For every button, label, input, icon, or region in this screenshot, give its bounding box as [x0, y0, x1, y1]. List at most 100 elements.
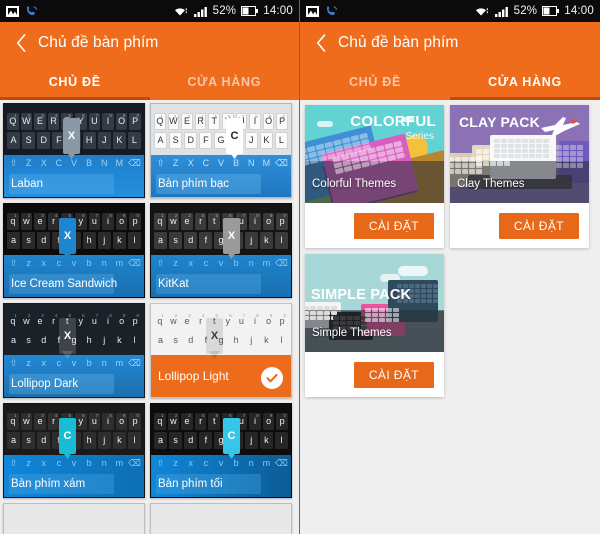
- keyboard-key: n: [101, 458, 107, 468]
- keyboard-row-1: 1q2w3e4r5t6y7u8i9o0p: [154, 212, 288, 230]
- theme-card[interactable]: 1q2w3e4r5t6y7u8i9o0pasdfghjkl⇧zxcvbnm⌫Bà…: [3, 403, 145, 498]
- keyboard-key: s: [173, 335, 178, 345]
- keyboard-key: m: [115, 258, 124, 268]
- tab-themes[interactable]: CHỦ ĐỀ: [300, 64, 450, 100]
- key-popup-preview: C: [59, 418, 76, 454]
- tab-themes[interactable]: CHỦ ĐỀ: [0, 64, 150, 100]
- keyboard-key: 3e: [37, 312, 44, 327]
- keyboard-bottom: ⇧ z x c v b n m ⌫ Bàn phím tối: [151, 455, 291, 497]
- theme-card[interactable]: 1q2w3e4r5t6y7u8i9o0pasdfghjkl⇧zxcvbnm⌫Ic…: [3, 203, 145, 298]
- theme-card[interactable]: 1Q2W3E4R5T6Y7U8I9O0PASDFGHJKL⇧ZXCVBNM⌫La…: [3, 103, 145, 198]
- keyboard-key: 0p: [129, 412, 141, 430]
- store-pack-card[interactable]: CLAY PACK Clay Themes CÀI ĐẶT: [450, 105, 589, 248]
- theme-name-row: Ice Cream Sandwich: [4, 271, 144, 297]
- key-popup-preview: X: [59, 218, 76, 254]
- keyboard-key: 7u: [91, 312, 99, 327]
- keyboard-key: s: [26, 335, 31, 345]
- page-title: Chủ đề bàn phím: [38, 34, 159, 51]
- store-pack-card[interactable]: COLORFUL Series Colorful Themes CÀI ĐẶT: [305, 105, 444, 248]
- keyboard-key: M: [115, 158, 124, 168]
- store-pack-card[interactable]: SIMPLE PACK Simple Themes CÀI ĐẶT: [305, 254, 444, 397]
- keyboard-key: 0P: [276, 112, 288, 130]
- keyboard-key: 7u: [238, 312, 246, 327]
- pack-banner-subtitle: Series: [405, 131, 434, 142]
- keyboard-key: h: [233, 335, 239, 345]
- keyboard-key: M: [262, 158, 271, 168]
- back-chevron-icon[interactable]: [8, 30, 34, 56]
- keyboard-row-3: ⇧ z x c v b n m ⌫: [151, 455, 291, 471]
- status-bar-right: 52% 14:00: [300, 0, 600, 22]
- keyboard-key: B: [86, 158, 93, 168]
- keyboard-key: l: [280, 335, 283, 345]
- signal-bars-icon: [494, 6, 508, 17]
- keyboard-key: H: [82, 131, 96, 149]
- keyboard-key: 1q: [154, 412, 166, 430]
- keyboard-key: 8i: [249, 412, 261, 430]
- keyboard-key: 1Q: [7, 112, 19, 130]
- wifi-icon: [174, 8, 187, 16]
- image-icon: [6, 5, 19, 17]
- keyboard-key: n: [248, 458, 254, 468]
- keyboard-key: 8i: [249, 212, 261, 230]
- keyboard-key: Z: [25, 158, 32, 168]
- install-button[interactable]: CÀI ĐẶT: [353, 361, 434, 388]
- keyboard-key: 8i: [106, 312, 112, 327]
- theme-card[interactable]: 1q2w3e4r5t6y7u8i9o0pasdfghjkl⇧zxcvbnm⌫Ki…: [150, 203, 292, 298]
- install-button[interactable]: CÀI ĐẶT: [353, 212, 434, 239]
- backspace-key: ⌫: [128, 457, 141, 468]
- keyboard-key: 7u: [88, 212, 101, 230]
- keyboard-key: h: [86, 335, 92, 345]
- back-chevron-icon[interactable]: [308, 30, 334, 56]
- tab-store[interactable]: CỬA HÀNG: [450, 64, 600, 100]
- keyboard-key: 4r: [52, 312, 58, 327]
- keyboard-key: j: [244, 231, 258, 249]
- keyboard-key: 3e: [34, 412, 46, 430]
- keyboard-key: 9o: [266, 312, 273, 327]
- signal-bars-icon: [193, 6, 207, 17]
- theme-card[interactable]: 1q2w3e4r5t6y7u8i9o0pasdfghjkl⇧zxcvbnm⌫Lo…: [3, 303, 145, 398]
- keyboard-key: m: [262, 258, 271, 268]
- tab-store[interactable]: CỬA HÀNG: [150, 64, 300, 100]
- keyboard-rows: 1q2w3e4r5t6y7u8i9o0pasdfghjkl: [151, 204, 291, 255]
- key-popup-preview: C: [226, 118, 243, 154]
- store-list[interactable]: COLORFUL Series Colorful Themes CÀI ĐẶT CLAY…: [300, 100, 600, 534]
- keyboard-key: m: [115, 458, 124, 468]
- install-button[interactable]: CÀI ĐẶT: [498, 212, 579, 239]
- keyboard-key: 9o: [119, 312, 126, 327]
- pack-banner-title: CLAY PACK: [459, 114, 540, 130]
- backspace-key: ⌫: [128, 157, 141, 168]
- keyboard-key: a: [7, 431, 21, 449]
- keyboard-key: 4r: [194, 212, 207, 230]
- clock-label: 14:00: [263, 5, 293, 17]
- backspace-key: ⌫: [275, 257, 288, 268]
- image-icon: [306, 5, 319, 17]
- pack-card-footer: CÀI ĐẶT: [305, 352, 444, 397]
- shift-key: ⇧: [9, 457, 18, 468]
- theme-card[interactable]: 1Q2W3E4R5T6Y7U8I9O0PASDFGHJKL⇧ZXCVBNM⌫Bà…: [150, 103, 292, 198]
- theme-card[interactable]: 1q2w3e4r5t6y7u8i9o0pasdfghjkl⇧zxcvbnm⌫Bà…: [150, 403, 292, 498]
- keyboard-key: 9O: [262, 112, 275, 130]
- keyboard-key: J: [97, 131, 111, 149]
- theme-card[interactable]: 1q2w3e4r5t6y7u8i9o0pasdfghjkl: [3, 503, 145, 534]
- theme-card[interactable]: 1q2w3e4r5t6y7u8i9o0pasdfghjkl⇧zxcvbnm⌫Lo…: [150, 303, 292, 398]
- keyboard-key: 3e: [184, 312, 191, 327]
- keyboard-key: l: [274, 431, 288, 449]
- keyboard-key: 9o: [115, 212, 128, 230]
- keyboard-key: d: [41, 335, 47, 345]
- keyboard-key: 1q: [7, 412, 19, 430]
- keyboard-key: x: [188, 258, 194, 268]
- keyboard-key: a: [7, 231, 21, 249]
- keyboard-key: V: [70, 158, 77, 168]
- keyboard-key: l: [127, 431, 141, 449]
- keyboard-key: 8I: [102, 112, 114, 130]
- pack-banner: COLORFUL Series Colorful Themes: [305, 105, 444, 203]
- keyboard-rows: 1Q2W3E4R5T6Y7U8I9O0PASDFGHJKL: [151, 104, 291, 155]
- theme-card[interactable]: 1q2w3e4r5t6y7u8i9o0pasdfghjkl: [150, 503, 292, 534]
- themes-list[interactable]: 1Q2W3E4R5T6Y7U8I9O0PASDFGHJKL⇧ZXCVBNM⌫La…: [0, 100, 299, 534]
- battery-percent-label: 52%: [212, 5, 237, 17]
- keyboard-key: j: [97, 231, 111, 249]
- keyboard-key: z: [26, 258, 31, 268]
- keyboard-key: d: [37, 431, 51, 449]
- shift-key: ⇧: [9, 357, 18, 368]
- keyboard-key: C: [55, 158, 63, 168]
